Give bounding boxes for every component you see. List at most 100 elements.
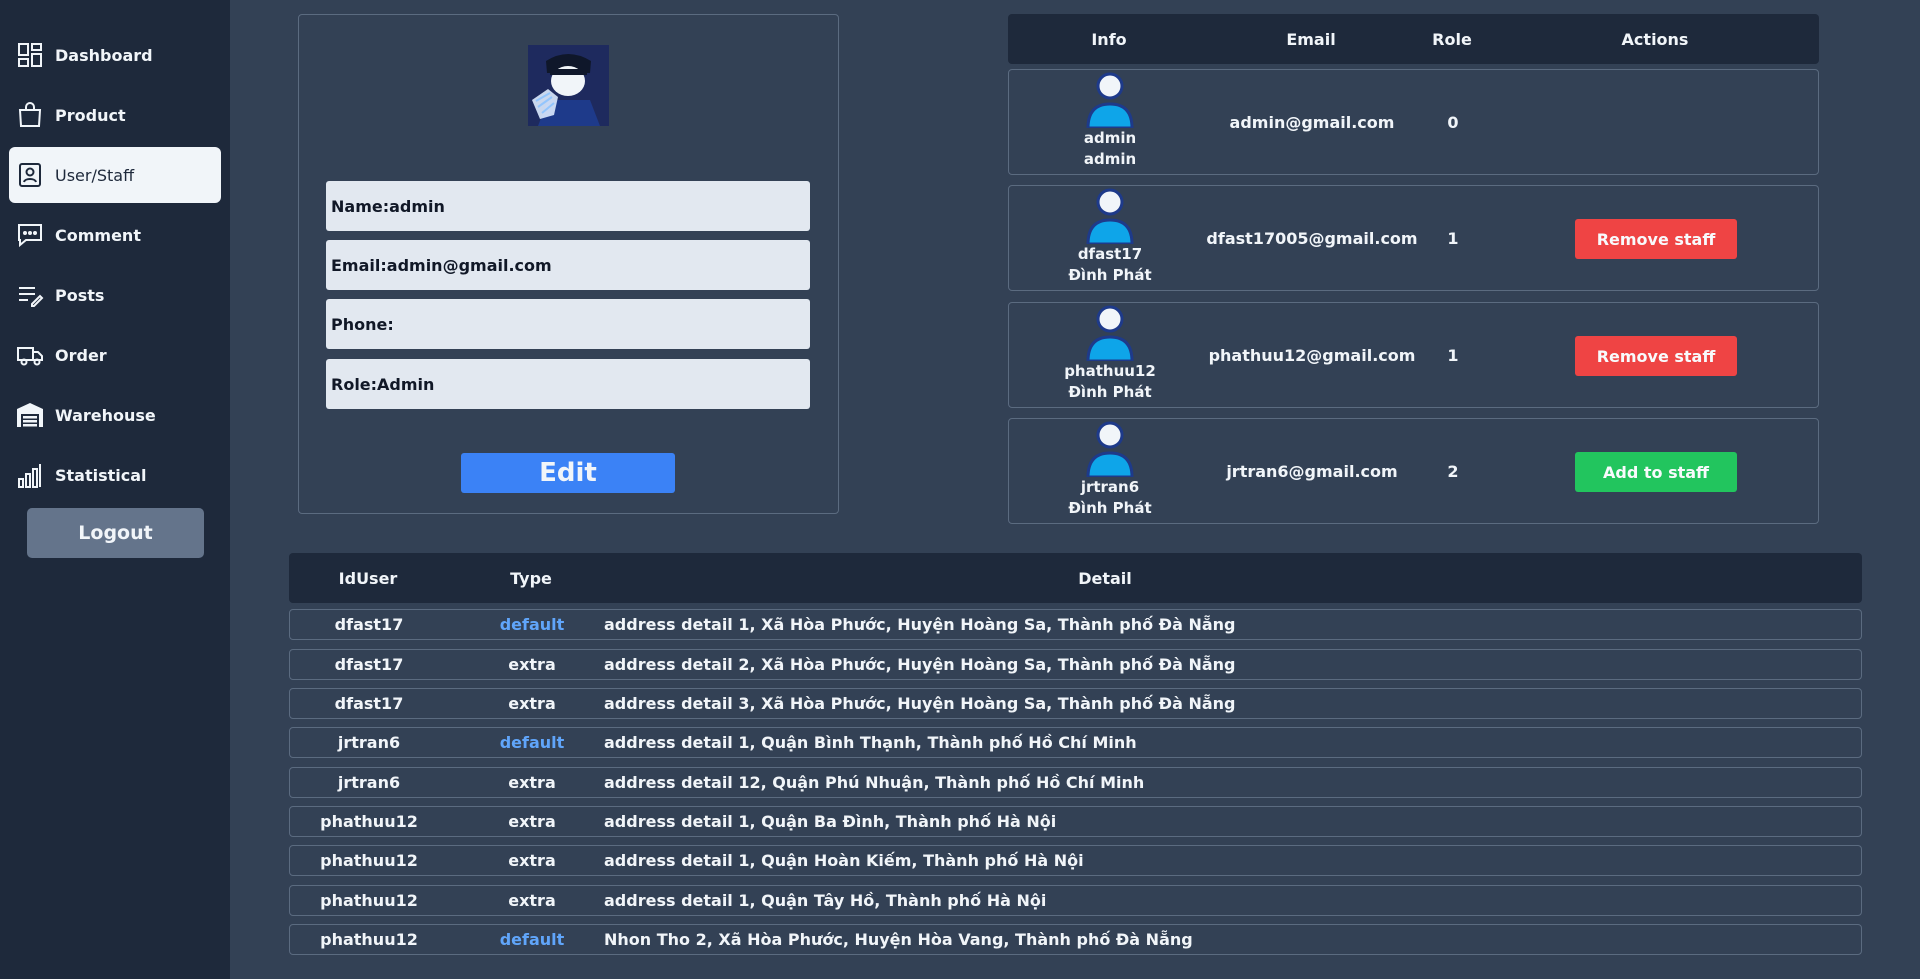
sidebar-item-label: Statistical (55, 465, 147, 485)
address-detail: Nhon Tho 2, Xã Hòa Phước, Huyện Hòa Vang… (604, 930, 1193, 949)
address-user-id: dfast17 (334, 655, 404, 674)
user-email: jrtran6@gmail.com (1226, 461, 1398, 481)
address-detail: address detail 1, Quận Ba Đình, Thành ph… (604, 812, 1057, 831)
display-name: Đình Phát (1068, 383, 1152, 401)
user-info: phathuu12 Đình Phát (1009, 303, 1211, 407)
posts-icon (15, 280, 45, 310)
column-header-detail: Detail (1078, 568, 1132, 588)
user-row: phathuu12 Đình Phát phathuu12@gmail.com … (1008, 302, 1819, 408)
user-email: phathuu12@gmail.com (1208, 345, 1416, 365)
remove-staff-button[interactable]: Remove staff (1575, 336, 1737, 376)
address-user-id: phathuu12 (320, 851, 418, 870)
address-user-id: jrtran6 (337, 733, 401, 752)
user-avatar-icon (1086, 305, 1134, 361)
email-field[interactable]: Email:admin@gmail.com (326, 240, 810, 290)
address-type: extra (508, 891, 556, 910)
warehouse-icon (15, 400, 45, 430)
display-name: admin (1083, 150, 1137, 168)
display-name: Đình Phát (1068, 266, 1152, 284)
sidebar-item-label: Product (55, 105, 126, 125)
address-type: extra (508, 851, 556, 870)
address-table-header: IdUser Type Detail (289, 553, 1862, 603)
address-user-id: dfast17 (334, 615, 404, 634)
user-role: 2 (1447, 461, 1459, 481)
profile-card: Name:admin Email:admin@gmail.com Phone: … (298, 14, 839, 514)
remove-staff-button[interactable]: Remove staff (1575, 219, 1737, 259)
address-detail: address detail 3, Xã Hòa Phước, Huyện Ho… (604, 694, 1236, 713)
sidebar-item-comment[interactable]: Comment (9, 207, 221, 263)
comment-icon (15, 220, 45, 250)
address-type: extra (508, 655, 556, 674)
address-detail: address detail 12, Quận Phú Nhuận, Thành… (604, 773, 1145, 792)
sidebar-item-posts[interactable]: Posts (9, 267, 221, 323)
truck-icon (15, 340, 45, 370)
address-detail: address detail 1, Quận Tây Hồ, Thành phố… (604, 891, 1047, 910)
name-field[interactable]: Name:admin (326, 181, 810, 231)
user-avatar-icon (1086, 421, 1134, 477)
address-detail: address detail 1, Quận Bình Thạnh, Thành… (604, 733, 1137, 752)
table-row: phathuu12 extra address detail 1, Quận H… (289, 845, 1862, 876)
address-user-id: phathuu12 (320, 891, 418, 910)
user-email: dfast17005@gmail.com (1206, 228, 1418, 248)
address-type: default (499, 615, 565, 634)
address-user-id: phathuu12 (320, 930, 418, 949)
avatar (528, 45, 609, 126)
dashboard-icon (15, 40, 45, 70)
sidebar-item-label: Order (55, 345, 107, 365)
user-info: jrtran6 Đình Phát (1009, 419, 1211, 523)
edit-button[interactable]: Edit (461, 453, 675, 493)
sidebar-item-label: Comment (55, 225, 141, 245)
username: jrtran6 (1080, 478, 1140, 496)
table-row: jrtran6 default address detail 1, Quận B… (289, 727, 1862, 758)
sidebar-item-dashboard[interactable]: Dashboard (9, 27, 221, 83)
sidebar-item-label: Dashboard (55, 45, 153, 65)
column-header-info: Info (1091, 29, 1127, 49)
table-row: dfast17 default address detail 1, Xã Hòa… (289, 609, 1862, 640)
address-type: extra (508, 812, 556, 831)
user-role: 1 (1447, 345, 1459, 365)
sidebar-item-order[interactable]: Order (9, 327, 221, 383)
column-header-type: Type (510, 568, 552, 588)
table-row: phathuu12 extra address detail 1, Quận B… (289, 806, 1862, 837)
username: dfast17 (1077, 245, 1143, 263)
username: admin (1083, 129, 1137, 147)
sidebar: Dashboard Product User/Staff Comment Pos… (0, 0, 230, 979)
address-detail: address detail 1, Quận Hoàn Kiếm, Thành … (604, 851, 1084, 870)
address-user-id: dfast17 (334, 694, 404, 713)
user-info: dfast17 Đình Phát (1009, 186, 1211, 290)
address-detail: address detail 1, Xã Hòa Phước, Huyện Ho… (604, 615, 1236, 634)
user-avatar-icon (1086, 188, 1134, 244)
column-header-actions: Actions (1621, 29, 1689, 49)
user-info: admin admin (1009, 70, 1211, 174)
sidebar-item-statistical[interactable]: Statistical (9, 447, 221, 503)
sidebar-item-warehouse[interactable]: Warehouse (9, 387, 221, 443)
user-email: admin@gmail.com (1229, 112, 1395, 132)
user-row: dfast17 Đình Phát dfast17005@gmail.com 1… (1008, 185, 1819, 291)
user-role: 0 (1447, 112, 1459, 132)
add-to-staff-button[interactable]: Add to staff (1575, 452, 1737, 492)
user-badge-icon (15, 160, 45, 190)
table-row: jrtran6 extra address detail 12, Quận Ph… (289, 767, 1862, 798)
address-type: default (499, 733, 565, 752)
user-row: jrtran6 Đình Phát jrtran6@gmail.com 2 Ad… (1008, 418, 1819, 524)
sidebar-item-label: Warehouse (55, 405, 156, 425)
logout-button[interactable]: Logout (27, 508, 204, 558)
table-row: phathuu12 extra address detail 1, Quận T… (289, 885, 1862, 916)
sidebar-item-label: Posts (55, 285, 105, 305)
table-row: dfast17 extra address detail 3, Xã Hòa P… (289, 688, 1862, 719)
phone-field[interactable]: Phone: (326, 299, 810, 349)
column-header-email: Email (1286, 29, 1336, 49)
address-detail: address detail 2, Xã Hòa Phước, Huyện Ho… (604, 655, 1236, 674)
address-user-id: jrtran6 (337, 773, 401, 792)
sidebar-item-user-staff[interactable]: User/Staff (9, 147, 221, 203)
sidebar-item-product[interactable]: Product (9, 87, 221, 143)
address-type: extra (508, 773, 556, 792)
role-field[interactable]: Role:Admin (326, 359, 810, 409)
users-table-header: Info Email Role Actions (1008, 14, 1819, 64)
bar-chart-icon (15, 460, 45, 490)
user-row: admin admin admin@gmail.com 0 (1008, 69, 1819, 175)
column-header-role: Role (1432, 29, 1472, 49)
user-avatar-icon (1086, 72, 1134, 128)
table-row: dfast17 extra address detail 2, Xã Hòa P… (289, 649, 1862, 680)
address-type: default (499, 930, 565, 949)
